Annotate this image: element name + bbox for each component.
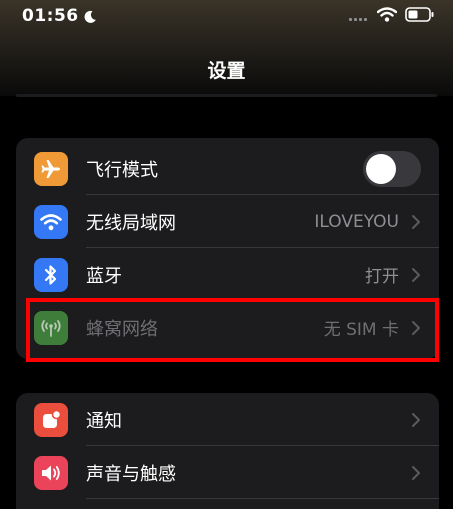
row-separator	[86, 498, 439, 499]
cellular-icon	[34, 310, 68, 345]
status-right	[349, 7, 435, 26]
row-label-notifications: 通知	[86, 410, 122, 432]
bluetooth-icon	[34, 257, 68, 292]
status-bar: 01:56	[0, 0, 453, 34]
row-label-bluetooth: 蓝牙	[86, 265, 122, 287]
row-airplane-mode[interactable]: 飞行模式	[16, 142, 439, 195]
row-cellular[interactable]: 蜂窝网络 无 SIM 卡	[16, 301, 439, 354]
wifi-icon	[34, 204, 68, 239]
chevron-right-icon	[412, 412, 420, 427]
chevron-right-icon	[412, 267, 420, 282]
moon-icon	[83, 9, 97, 23]
airplane-mode-toggle[interactable]	[363, 150, 421, 187]
row-label-cellular: 蜂窝网络	[86, 318, 158, 340]
row-bluetooth[interactable]: 蓝牙 打开	[16, 248, 439, 301]
row-value-bluetooth: 打开	[365, 267, 399, 287]
row-label-airplane-mode: 飞行模式	[86, 159, 158, 181]
notification-icon	[34, 402, 68, 437]
page-title: 设置	[207, 60, 246, 82]
row-value-wifi: ILOVEYOU	[314, 211, 399, 232]
row-label-sounds-haptics: 声音与触感	[86, 463, 176, 485]
row-wifi[interactable]: 无线局域网 ILOVEYOU	[16, 195, 439, 248]
row-notifications[interactable]: 通知	[16, 393, 439, 446]
status-time: 01:56	[22, 6, 79, 26]
settings-group-notifications: 通知 声音与触感	[16, 393, 439, 509]
wifi-icon	[376, 7, 398, 26]
toggle-knob	[366, 153, 396, 184]
signal-icon	[349, 7, 369, 26]
settings-group-connectivity: 飞行模式 无线局域网 ILOVEYOU 蓝牙 打开 蜂窝网络 无 SIM 卡	[16, 138, 439, 359]
header-divider	[16, 94, 437, 97]
row-label-wifi: 无线局域网	[86, 212, 176, 234]
settings-screen: 01:56 设置 飞行模式 无线局域网 ILOVEYOU 蓝牙 打开 蜂窝网络 …	[0, 0, 453, 509]
sound-icon	[34, 455, 68, 490]
airplane-icon	[34, 151, 68, 186]
chevron-right-icon	[412, 465, 420, 480]
status-time-group: 01:56	[22, 6, 97, 26]
row-value-cellular: 无 SIM 卡	[323, 320, 399, 340]
chevron-right-icon	[412, 214, 420, 229]
row-sounds-haptics[interactable]: 声音与触感	[16, 446, 439, 499]
chevron-right-icon	[412, 320, 420, 335]
battery-icon	[405, 7, 435, 26]
